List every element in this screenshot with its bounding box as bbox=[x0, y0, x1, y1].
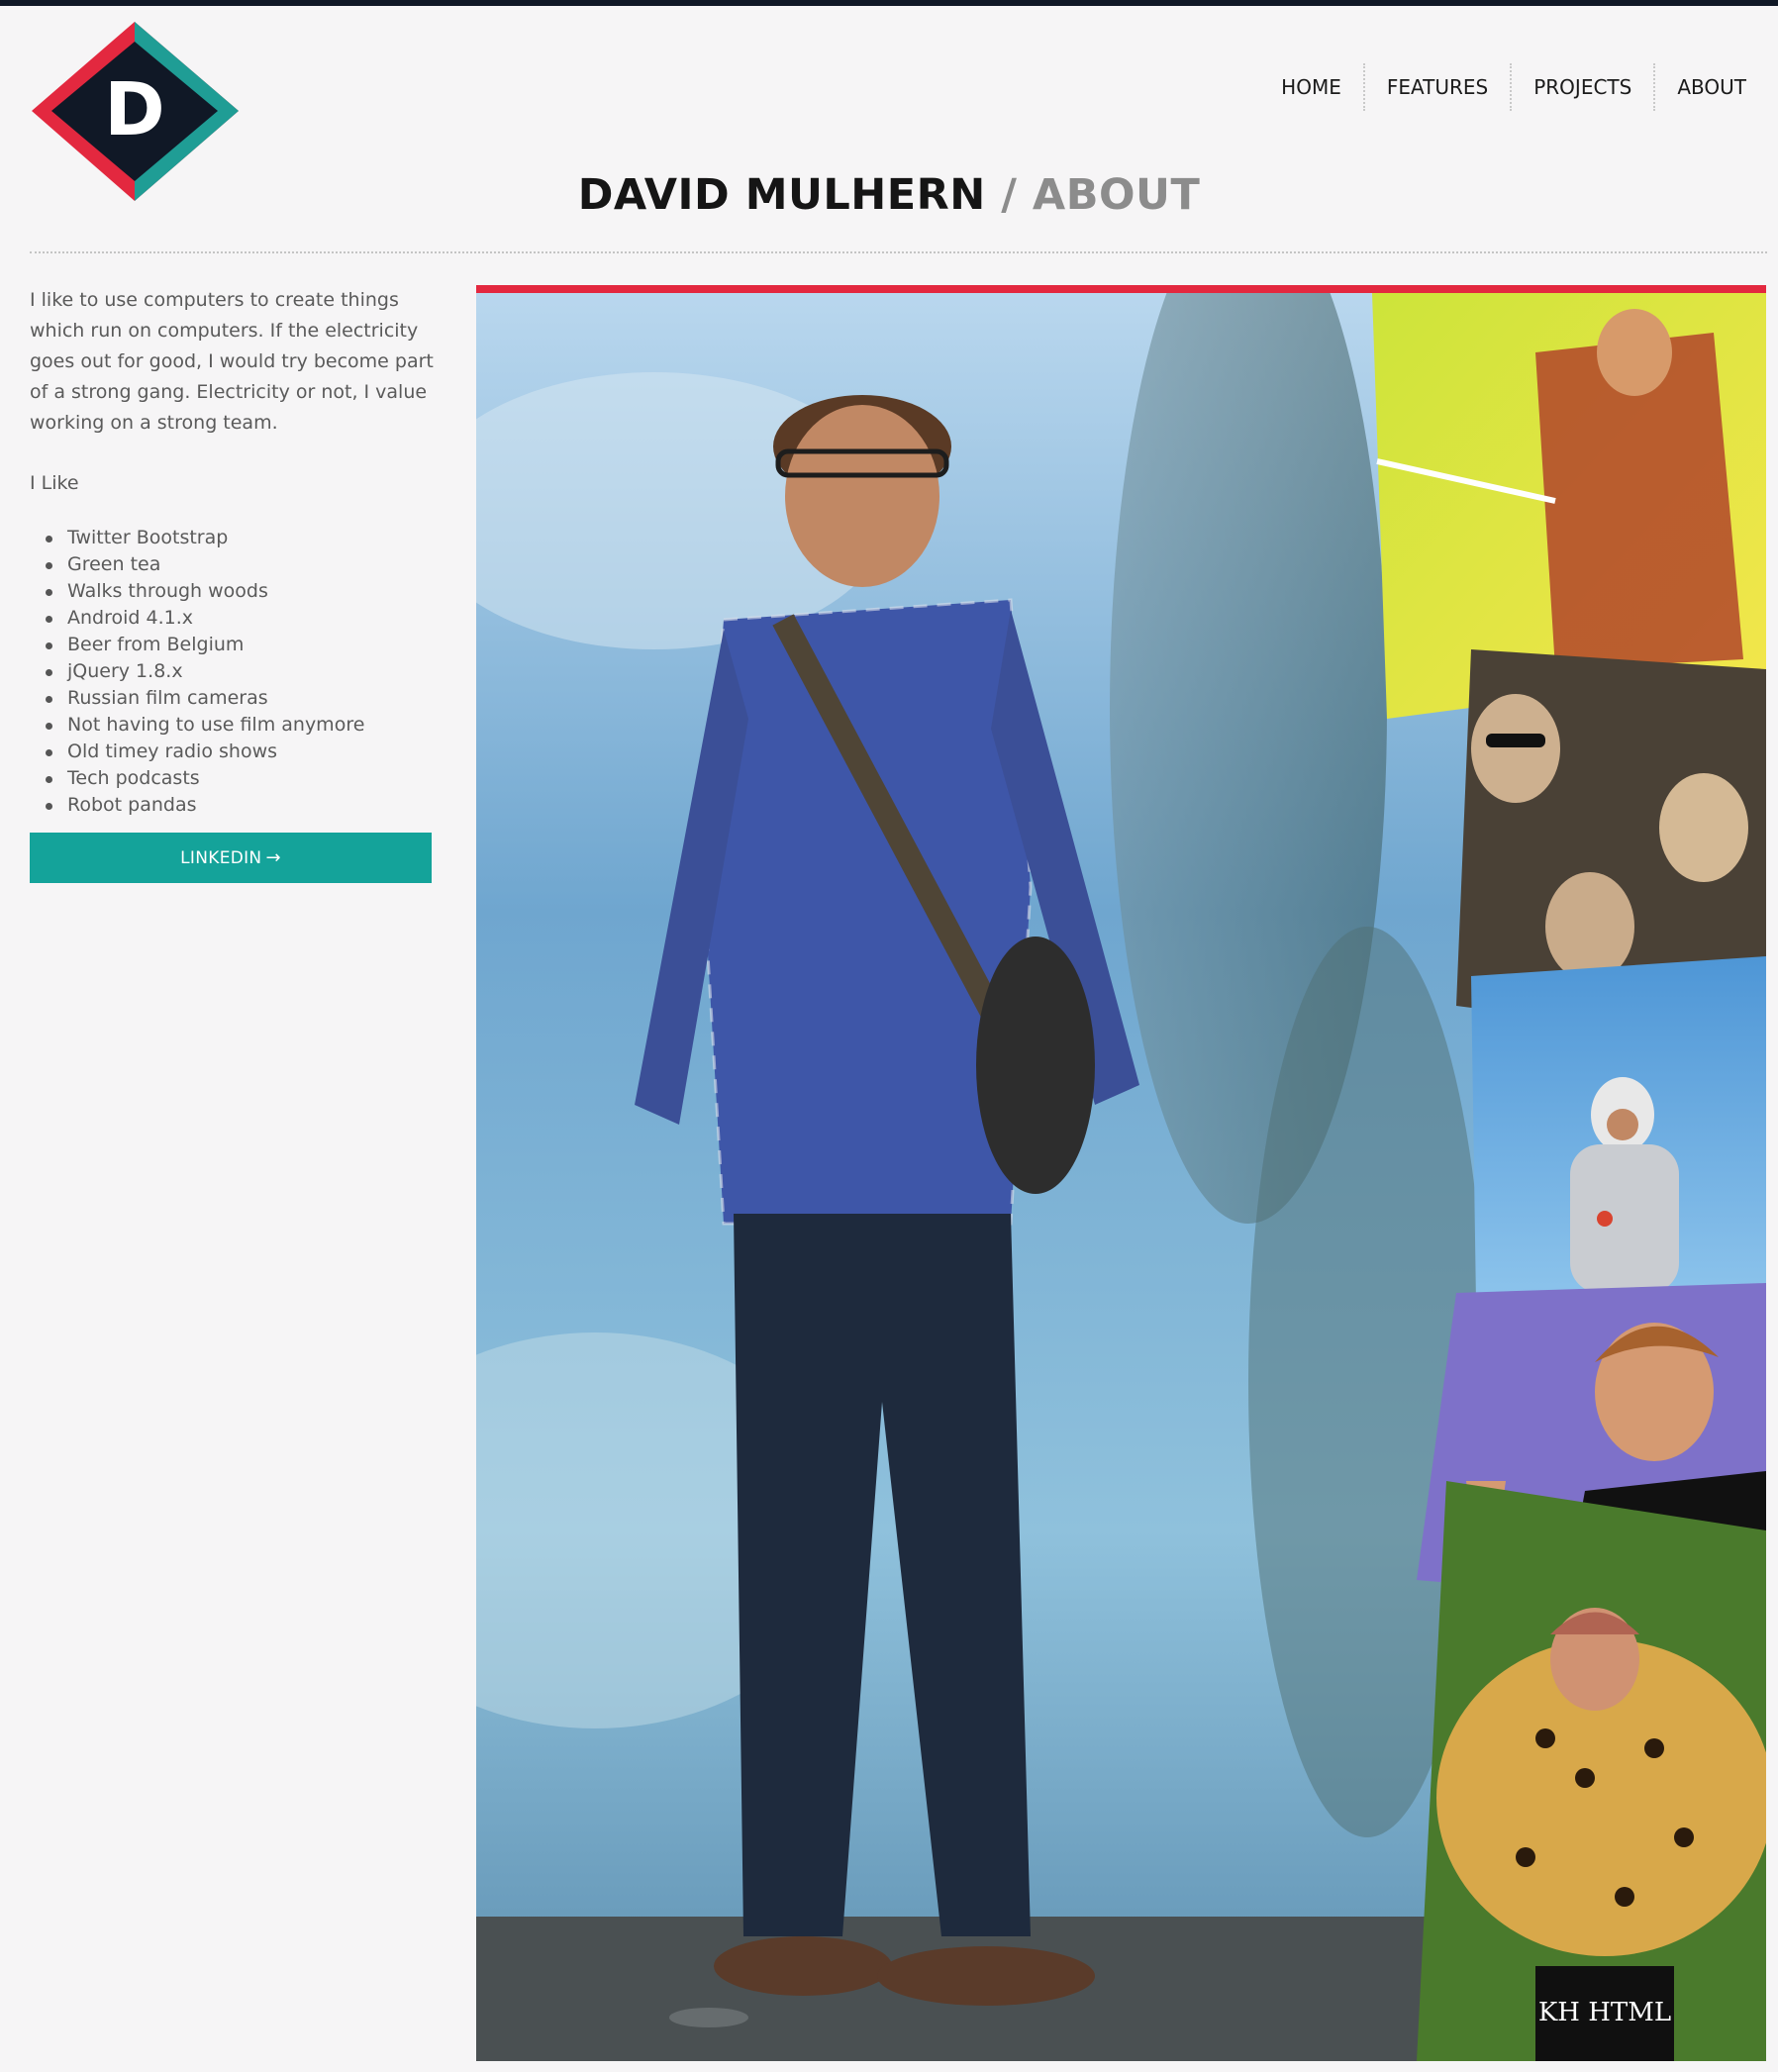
arrow-right-icon: → bbox=[265, 847, 281, 868]
list-item: Old timey radio shows bbox=[46, 739, 445, 765]
page-title-section: ABOUT bbox=[1032, 170, 1201, 220]
nav-item-about[interactable]: ABOUT bbox=[1653, 63, 1746, 111]
nav-item-home[interactable]: HOME bbox=[1259, 63, 1363, 111]
page-title: DAVID MULHERN / ABOUT bbox=[0, 170, 1778, 220]
list-item: jQuery 1.8.x bbox=[46, 658, 445, 685]
list-item: Green tea bbox=[46, 551, 445, 578]
page-title-separator: / bbox=[985, 170, 1033, 220]
top-strip bbox=[0, 0, 1778, 6]
linkedin-button[interactable]: LINKEDIN → bbox=[30, 833, 432, 883]
collage-shirt-text: KH HTML bbox=[1538, 1998, 1671, 2027]
list-item: Not having to use film anymore bbox=[46, 712, 445, 739]
logo-letter: D bbox=[104, 67, 164, 152]
list-item: Robot pandas bbox=[46, 792, 445, 819]
nav-item-projects[interactable]: PROJECTS bbox=[1510, 63, 1653, 111]
photo-collage-illustration: KH HTML bbox=[476, 293, 1766, 2061]
nav-item-features[interactable]: FEATURES bbox=[1362, 63, 1510, 111]
collage-superhero bbox=[1372, 293, 1766, 719]
likes-list: Twitter Bootstrap Green tea Walks throug… bbox=[30, 525, 445, 819]
title-divider bbox=[30, 251, 1767, 253]
list-item: Beer from Belgium bbox=[46, 632, 445, 658]
list-item: Tech podcasts bbox=[46, 765, 445, 792]
main-nav: HOME FEATURES PROJECTS ABOUT bbox=[1259, 63, 1746, 111]
about-sidebar: I like to use computers to create things… bbox=[30, 285, 445, 883]
collage-leopard: KH HTML bbox=[1417, 1481, 1766, 2061]
linkedin-button-label: LINKEDIN bbox=[180, 847, 262, 868]
list-item: Russian film cameras bbox=[46, 685, 445, 712]
list-item: Twitter Bootstrap bbox=[46, 525, 445, 551]
list-item: Android 4.1.x bbox=[46, 605, 445, 632]
collage-astronaut bbox=[1471, 956, 1766, 1303]
intro-text: I like to use computers to create things… bbox=[30, 289, 434, 434]
about-photo: KH HTML bbox=[476, 285, 1766, 2061]
page-title-name: DAVID MULHERN bbox=[577, 170, 986, 220]
list-item: Walks through woods bbox=[46, 578, 445, 605]
likes-heading: I Like bbox=[30, 472, 79, 494]
